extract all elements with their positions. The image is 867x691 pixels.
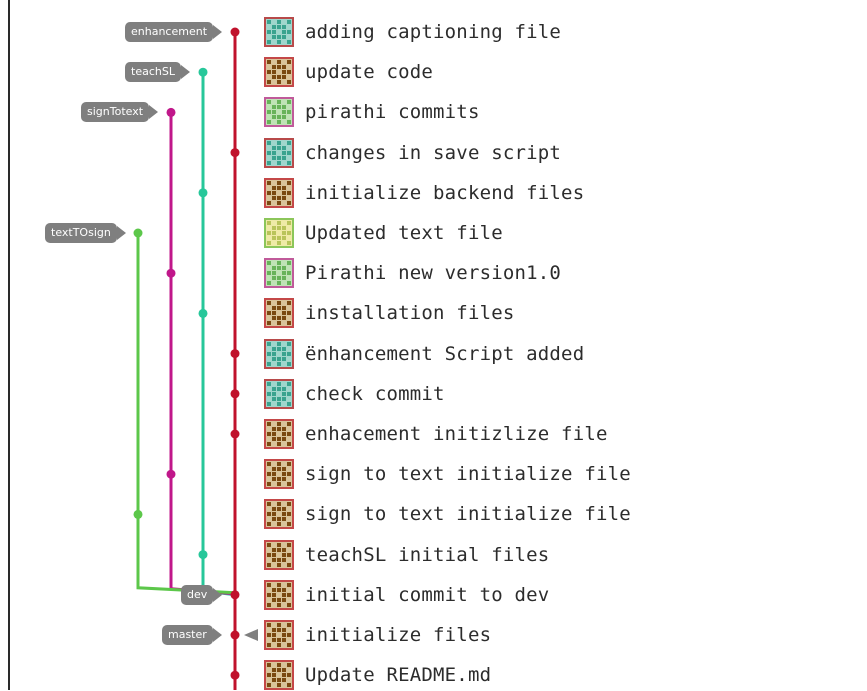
- commit-dot[interactable]: [230, 670, 240, 680]
- commit-row[interactable]: update code: [264, 56, 433, 88]
- teal-avatar-icon: [264, 17, 294, 47]
- commit-row[interactable]: changes in save script: [264, 137, 561, 169]
- brown-avatar-icon: [264, 499, 294, 530]
- yellow-avatar-icon: [264, 218, 294, 248]
- commit-message: initialize backend files: [305, 181, 585, 204]
- brown-avatar-icon: [264, 539, 294, 570]
- commit-row[interactable]: Pirathi new version1.0: [264, 257, 561, 289]
- commit-row[interactable]: sign to text initialize file: [264, 498, 631, 530]
- commit-message: Update README.md: [305, 664, 492, 687]
- commit-row[interactable]: pirathi commits: [264, 96, 480, 128]
- commit-row[interactable]: enhacement initizlize file: [264, 418, 608, 450]
- commit-message: changes in save script: [305, 141, 562, 164]
- commit-row[interactable]: initial commit to dev: [264, 579, 549, 611]
- commit-dot[interactable]: [166, 469, 176, 479]
- brown-avatar-icon: [264, 459, 294, 490]
- branch-tag-arrow-icon: [181, 65, 190, 80]
- commit-message: installation files: [305, 302, 515, 325]
- commit-message: initialize files: [305, 624, 492, 646]
- brown-avatar-icon: [264, 660, 294, 691]
- branch-tag-master[interactable]: master: [162, 625, 213, 645]
- commit-dot[interactable]: [230, 590, 240, 600]
- commit-dot[interactable]: [166, 268, 176, 278]
- commit-dot[interactable]: [198, 188, 208, 198]
- commit-row[interactable]: ënhancement Script added: [264, 338, 584, 370]
- brown-avatar-icon: [264, 419, 294, 449]
- brown-avatar-icon: [264, 620, 294, 650]
- commit-dot[interactable]: [230, 389, 240, 399]
- brown-avatar-icon: [264, 298, 294, 329]
- head-pointer-icon: [244, 629, 258, 641]
- commit-message: update code: [305, 61, 434, 84]
- commit-dot[interactable]: [133, 509, 143, 519]
- branch-tag-dev[interactable]: dev: [181, 584, 214, 605]
- teal-avatar-icon: [264, 378, 294, 409]
- commit-message: teachSL initial files: [305, 543, 550, 566]
- commit-dot[interactable]: [133, 228, 143, 238]
- brown-avatar-icon: [264, 57, 294, 88]
- commit-row[interactable]: Update README.md: [264, 659, 491, 691]
- commit-row[interactable]: adding captioning file: [264, 16, 561, 48]
- commit-row[interactable]: initialize files: [264, 619, 491, 651]
- commit-message: pirathi commits: [305, 101, 480, 124]
- commit-dot[interactable]: [166, 107, 176, 117]
- commit-message: Pirathi new version1.0: [305, 262, 562, 285]
- commit-message: ënhancement Script added: [305, 342, 585, 365]
- branch-tag-enhancement[interactable]: enhancement: [125, 22, 214, 42]
- branch-tag-arrow-icon: [213, 25, 222, 39]
- branch-tag-signTotext[interactable]: signTotext: [81, 102, 150, 123]
- commit-message: sign to text initialize file: [305, 503, 631, 526]
- commit-dot[interactable]: [230, 349, 240, 359]
- teal-avatar-icon: [264, 338, 294, 369]
- commit-message: enhacement initizlize file: [305, 423, 608, 445]
- branch-tag-arrow-icon: [117, 226, 126, 240]
- commit-dot[interactable]: [198, 67, 208, 77]
- commit-row[interactable]: Updated text file: [264, 217, 503, 249]
- commit-row[interactable]: check commit: [264, 378, 445, 410]
- teal-avatar-icon: [264, 137, 294, 168]
- commit-row[interactable]: installation files: [264, 297, 515, 329]
- branch-tag-teachSL[interactable]: teachSL: [125, 62, 181, 83]
- teachSL-branch-line: [201, 72, 236, 597]
- textTOsign-branch-line: [136, 233, 236, 595]
- branch-tag-textTOsign[interactable]: textTOsign: [45, 223, 117, 243]
- commit-dot[interactable]: [198, 550, 208, 560]
- commit-message: Updated text file: [305, 222, 503, 244]
- green-avatar-icon: [264, 258, 294, 289]
- green-avatar-icon: [264, 97, 294, 128]
- commit-dot[interactable]: [230, 429, 240, 439]
- commit-row[interactable]: sign to text initialize file: [264, 458, 631, 490]
- commit-message: initial commit to dev: [305, 583, 550, 606]
- commit-row[interactable]: teachSL initial files: [264, 539, 549, 571]
- brown-avatar-icon: [264, 177, 294, 208]
- branch-tag-arrow-icon: [149, 105, 158, 120]
- commit-dot[interactable]: [230, 148, 240, 158]
- commit-dot[interactable]: [230, 27, 240, 37]
- commit-message: sign to text initialize file: [305, 463, 631, 486]
- commit-dot[interactable]: [230, 630, 240, 640]
- commit-dot[interactable]: [198, 308, 208, 318]
- branch-tag-arrow-icon: [213, 628, 222, 642]
- commit-message: adding captioning file: [305, 21, 562, 43]
- brown-avatar-icon: [264, 579, 294, 610]
- branch-tag-arrow-icon: [213, 587, 222, 602]
- commit-row[interactable]: initialize backend files: [264, 177, 584, 209]
- commit-message: check commit: [305, 382, 445, 405]
